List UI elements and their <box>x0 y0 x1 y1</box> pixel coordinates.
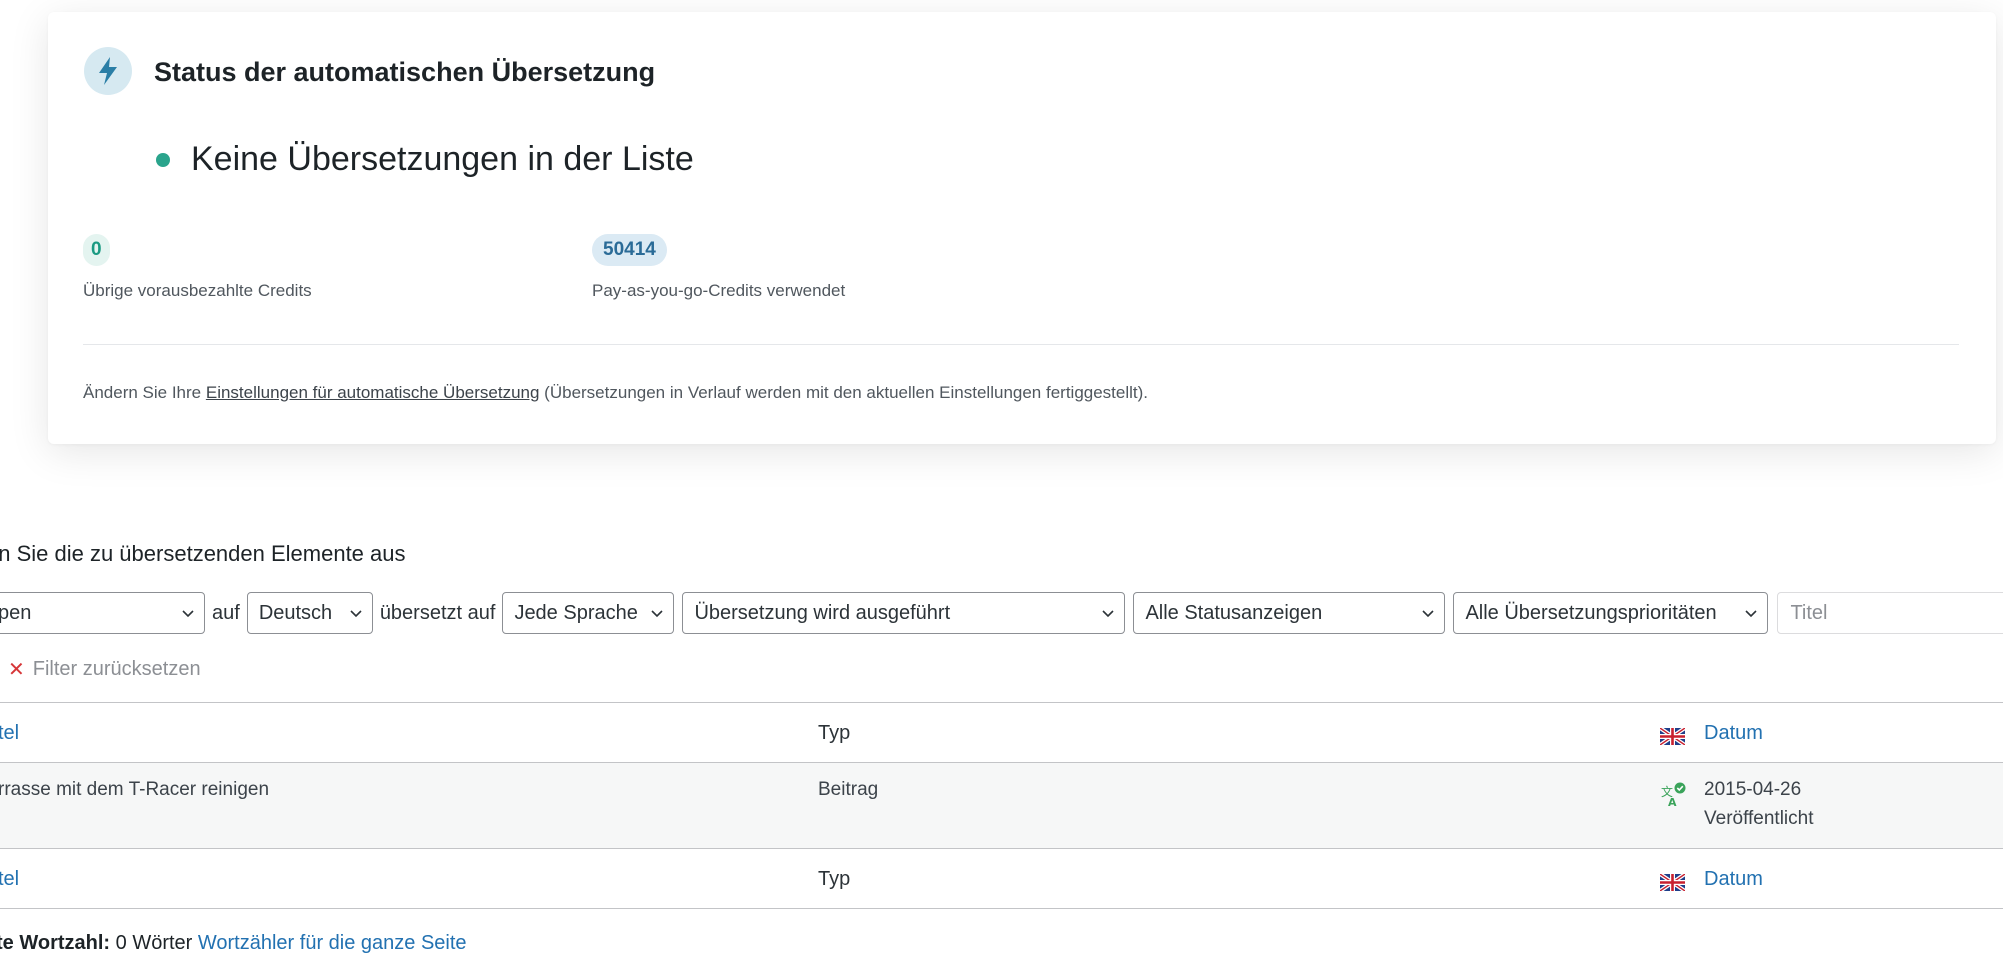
post-status-value: Alle Statusanzeigen <box>1145 601 1323 624</box>
target-language-select[interactable]: Jede Sprache <box>502 592 675 634</box>
column-date-sort[interactable]: Datum <box>1704 722 1763 745</box>
chevron-down-icon <box>1422 610 1435 618</box>
row-type: Beitrag <box>818 779 879 800</box>
table-footer-row: tel Typ Datum <box>0 849 2003 909</box>
translation-complete-icon[interactable]: 文 A <box>1660 782 1686 808</box>
column-type: Typ <box>818 722 851 744</box>
chevron-down-icon <box>182 610 194 618</box>
target-language-value: Jede Sprache <box>514 601 638 624</box>
word-count-value: 0 Wörter <box>110 932 198 954</box>
column-title-sort[interactable]: tel <box>0 868 19 891</box>
table-header-row: tel Typ Datum <box>0 702 2003 763</box>
translation-status-select[interactable]: Übersetzung wird ausgeführt <box>682 592 1126 634</box>
column-title-sort[interactable]: tel <box>0 722 19 745</box>
close-icon: ✕ <box>8 659 25 681</box>
text-translated-to: übersetzt auf <box>379 601 496 624</box>
card-divider <box>83 344 1959 345</box>
column-type: Typ <box>818 868 851 890</box>
chevron-down-icon <box>1745 610 1758 618</box>
reset-filters-label: Filter zurücksetzen <box>32 658 201 680</box>
svg-text:A: A <box>1668 796 1677 808</box>
translation-status-value: Übersetzung wird ausgeführt <box>694 601 951 624</box>
chevron-down-icon <box>651 610 664 618</box>
status-text: Keine Übersetzungen in der Liste <box>191 140 694 178</box>
uk-flag-icon <box>1660 728 1685 745</box>
source-language-select[interactable]: Deutsch <box>246 592 373 634</box>
title-search-input[interactable]: Titel <box>1777 592 2003 634</box>
prepaid-credits-stat: 0 Übrige vorausbezahlte Credits <box>83 234 312 301</box>
source-language-value: Deutsch <box>258 601 333 624</box>
uk-flag-icon <box>1660 874 1685 891</box>
payg-credits-stat: 50414 Pay-as-you-go-Credits verwendet <box>592 234 845 301</box>
title-search-placeholder: Titel <box>1790 601 1828 624</box>
page-word-counter-link[interactable]: Wortzähler für die ganze Seite <box>198 932 467 954</box>
priority-value: Alle Übersetzungsprioritäten <box>1465 601 1717 624</box>
filter-bar: pen auf Deutsch übersetzt auf Jede Sprac… <box>0 590 2003 636</box>
filter-section-heading: en Sie die zu übersetzenden Elemente aus <box>0 541 406 566</box>
card-title: Status der automatischen Übersetzung <box>154 57 656 87</box>
column-date-sort[interactable]: Datum <box>1704 868 1763 891</box>
status-line: Keine Übersetzungen in der Liste <box>156 140 694 179</box>
status-dot-icon <box>156 152 170 167</box>
row-date: 2015-04-26 <box>1704 779 1802 800</box>
post-status-select[interactable]: Alle Statusanzeigen <box>1133 592 1446 634</box>
word-count-label: zte Wortzahl: <box>0 932 111 954</box>
prepaid-credits-label: Übrige vorausbezahlte Credits <box>83 281 312 300</box>
prepaid-credits-value: 0 <box>83 234 110 266</box>
chevron-down-icon <box>1102 610 1115 618</box>
translation-items-table: tel Typ Datum rrasse mit dem T-Racer rei… <box>0 702 2003 909</box>
reset-filters-link[interactable]: ✕ Filter zurücksetzen <box>8 657 201 682</box>
element-type-value: pen <box>0 601 32 624</box>
payg-credits-label: Pay-as-you-go-Credits verwendet <box>592 281 846 300</box>
text-auf: auf <box>212 601 240 624</box>
footnote-prefix: Ändern Sie Ihre <box>83 383 206 402</box>
auto-translation-settings-link[interactable]: Einstellungen für automatische Übersetzu… <box>206 383 540 402</box>
settings-footnote: Ändern Sie Ihre Einstellungen für automa… <box>83 383 1148 403</box>
element-type-select[interactable]: pen <box>0 592 205 634</box>
row-status: Veröffentlicht <box>1704 808 1814 829</box>
auto-translation-status-card: Status der automatischen Übersetzung Kei… <box>48 12 1996 444</box>
lightning-bolt-icon <box>84 47 132 95</box>
table-row: rrasse mit dem T-Racer reinigen Beitrag … <box>0 763 2003 849</box>
footnote-suffix: (Übersetzungen in Verlauf werden mit den… <box>539 383 1149 402</box>
chevron-down-icon <box>350 610 362 618</box>
payg-credits-value: 50414 <box>592 234 667 266</box>
row-title: rrasse mit dem T-Racer reinigen <box>0 779 270 800</box>
priority-select[interactable]: Alle Übersetzungsprioritäten <box>1453 592 1769 634</box>
